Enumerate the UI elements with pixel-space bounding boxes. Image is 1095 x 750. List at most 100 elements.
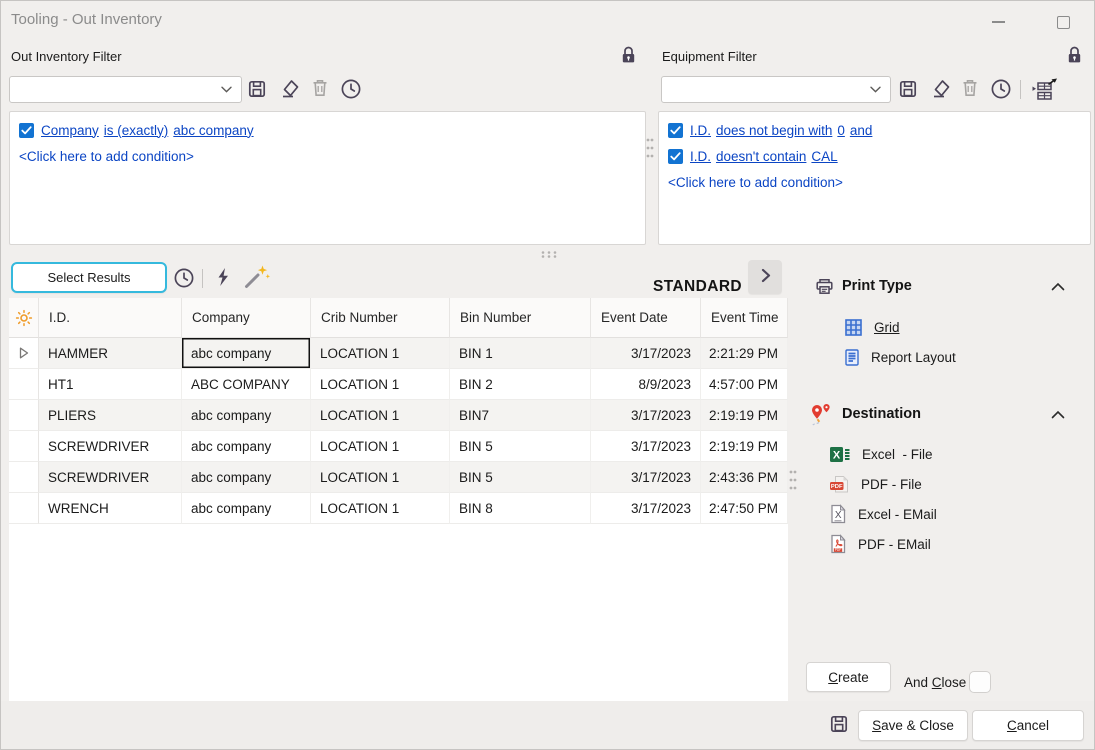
apply-filter-to-grid-icon[interactable]	[1029, 77, 1059, 102]
current-row-indicator[interactable]	[9, 338, 39, 369]
table-row[interactable]: WRENCHabc companyLOCATION 1BIN 83/17/202…	[9, 493, 788, 524]
collapse-print-type-icon[interactable]	[1051, 282, 1065, 291]
destination-excel-file[interactable]: XExcel - File	[829, 439, 1079, 469]
row-indicator[interactable]	[9, 431, 39, 462]
filter-history-icon[interactable]	[340, 78, 362, 100]
column-header[interactable]: Event Time	[701, 298, 788, 338]
chevron-down-icon[interactable]	[217, 86, 241, 93]
grid-cell[interactable]: SCREWDRIVER	[39, 462, 182, 493]
grid-cell[interactable]: LOCATION 1	[311, 400, 450, 431]
condition-checkbox[interactable]	[668, 149, 683, 164]
condition-link[interactable]: 0	[837, 123, 845, 138]
lightning-icon[interactable]	[213, 266, 233, 289]
grid-cell[interactable]: HAMMER	[39, 338, 182, 369]
condition-link[interactable]: doesn't contain	[716, 149, 806, 164]
lock-icon[interactable]	[621, 46, 636, 64]
results-history-icon[interactable]	[173, 267, 195, 289]
table-row[interactable]: HAMMERabc companyLOCATION 1BIN 13/17/202…	[9, 338, 788, 369]
print-type-grid[interactable]: Grid	[844, 312, 1079, 342]
grid-cell[interactable]: abc company	[182, 431, 311, 462]
row-indicator[interactable]	[9, 400, 39, 431]
table-row[interactable]: PLIERSabc companyLOCATION 1BIN73/17/2023…	[9, 400, 788, 431]
table-row[interactable]: HT1ABC COMPANYLOCATION 1BIN 28/9/20234:5…	[9, 369, 788, 400]
grid-cell[interactable]: HT1	[39, 369, 182, 400]
condition-link[interactable]: abc company	[173, 123, 253, 138]
grid-cell[interactable]: abc company	[182, 493, 311, 524]
grid-cell[interactable]: 2:43:36 PM	[701, 462, 788, 493]
grid-cell[interactable]: BIN 8	[450, 493, 591, 524]
add-condition-link[interactable]: <Click here to add condition>	[19, 143, 636, 169]
column-header[interactable]: I.D.	[39, 298, 182, 338]
condition-checkbox[interactable]	[668, 123, 683, 138]
equipment-filter-input[interactable]	[662, 82, 866, 97]
destination-pdf-file[interactable]: PDFPDF - File	[829, 469, 1079, 499]
minimize-button[interactable]	[981, 9, 1015, 35]
select-results-button[interactable]: Select Results	[11, 262, 167, 293]
lock-icon[interactable]	[1067, 46, 1082, 64]
equipment-filter-combobox[interactable]	[661, 76, 891, 103]
table-row[interactable]: SCREWDRIVERabc companyLOCATION 1BIN 53/1…	[9, 462, 788, 493]
splitter-grip[interactable]	[540, 246, 558, 264]
grid-cell[interactable]: BIN7	[450, 400, 591, 431]
grid-cell[interactable]: SCREWDRIVER	[39, 431, 182, 462]
row-indicator[interactable]	[9, 462, 39, 493]
condition-link[interactable]: CAL	[811, 149, 837, 164]
column-header[interactable]: Event Date	[591, 298, 701, 338]
grid-cell[interactable]: LOCATION 1	[311, 338, 450, 369]
grid-corner-sun-icon[interactable]	[9, 298, 39, 338]
grid-cell[interactable]: abc company	[182, 462, 311, 493]
condition-link[interactable]: I.D.	[690, 123, 711, 138]
grid-cell[interactable]: abc company	[182, 338, 311, 369]
save-and-close-button[interactable]: Save & Close	[858, 710, 968, 741]
grid-cell[interactable]: 8/9/2023	[591, 369, 701, 400]
condition-link[interactable]: I.D.	[690, 149, 711, 164]
next-layout-button[interactable]	[748, 260, 782, 294]
and-close-checkbox[interactable]	[969, 671, 991, 693]
grid-cell[interactable]: 2:19:19 PM	[701, 400, 788, 431]
grid-cell[interactable]: LOCATION 1	[311, 431, 450, 462]
grid-cell[interactable]: abc company	[182, 400, 311, 431]
grid-cell[interactable]: 4:57:00 PM	[701, 369, 788, 400]
grid-cell[interactable]: 3/17/2023	[591, 400, 701, 431]
condition-link[interactable]: Company	[41, 123, 99, 138]
grid-cell[interactable]: 3/17/2023	[591, 338, 701, 369]
grid-cell[interactable]: WRENCH	[39, 493, 182, 524]
destination-pdf-email[interactable]: PDFPDF - EMail	[829, 529, 1079, 559]
condition-link[interactable]: and	[850, 123, 873, 138]
grid-cell[interactable]: 2:19:19 PM	[701, 431, 788, 462]
grid-cell[interactable]: LOCATION 1	[311, 369, 450, 400]
column-header[interactable]: Company	[182, 298, 311, 338]
collapse-destination-icon[interactable]	[1051, 410, 1065, 419]
grid-cell[interactable]: LOCATION 1	[311, 493, 450, 524]
splitter-grip[interactable]	[789, 469, 797, 496]
grid-cell[interactable]: PLIERS	[39, 400, 182, 431]
add-condition-link[interactable]: <Click here to add condition>	[668, 169, 1081, 195]
grid-cell[interactable]: BIN 5	[450, 431, 591, 462]
save-filter-icon[interactable]	[898, 79, 918, 99]
filter-history-icon[interactable]	[990, 78, 1012, 100]
row-indicator[interactable]	[9, 493, 39, 524]
condition-link[interactable]: does not begin with	[716, 123, 832, 138]
chevron-down-icon[interactable]	[866, 86, 890, 93]
out-inventory-filter-input[interactable]	[10, 82, 217, 97]
grid-cell[interactable]: BIN 2	[450, 369, 591, 400]
column-header[interactable]: Bin Number	[450, 298, 591, 338]
grid-cell[interactable]: BIN 5	[450, 462, 591, 493]
out-inventory-filter-combobox[interactable]	[9, 76, 242, 103]
save-icon[interactable]	[829, 714, 849, 734]
grid-cell[interactable]: 2:21:29 PM	[701, 338, 788, 369]
grid-cell[interactable]: LOCATION 1	[311, 462, 450, 493]
condition-checkbox[interactable]	[19, 123, 34, 138]
condition-link[interactable]: is (exactly)	[104, 123, 169, 138]
clear-filter-icon[interactable]	[278, 78, 301, 100]
splitter-grip[interactable]	[646, 137, 654, 164]
grid-cell[interactable]: 3/17/2023	[591, 493, 701, 524]
cancel-button[interactable]: Cancel	[972, 710, 1084, 741]
row-indicator[interactable]	[9, 369, 39, 400]
create-button[interactable]: Create	[806, 662, 891, 692]
maximize-button[interactable]	[1047, 9, 1079, 35]
grid-cell[interactable]: 3/17/2023	[591, 431, 701, 462]
grid-cell[interactable]: 2:47:50 PM	[701, 493, 788, 524]
clear-filter-icon[interactable]	[929, 78, 952, 100]
grid-cell[interactable]: ABC COMPANY	[182, 369, 311, 400]
